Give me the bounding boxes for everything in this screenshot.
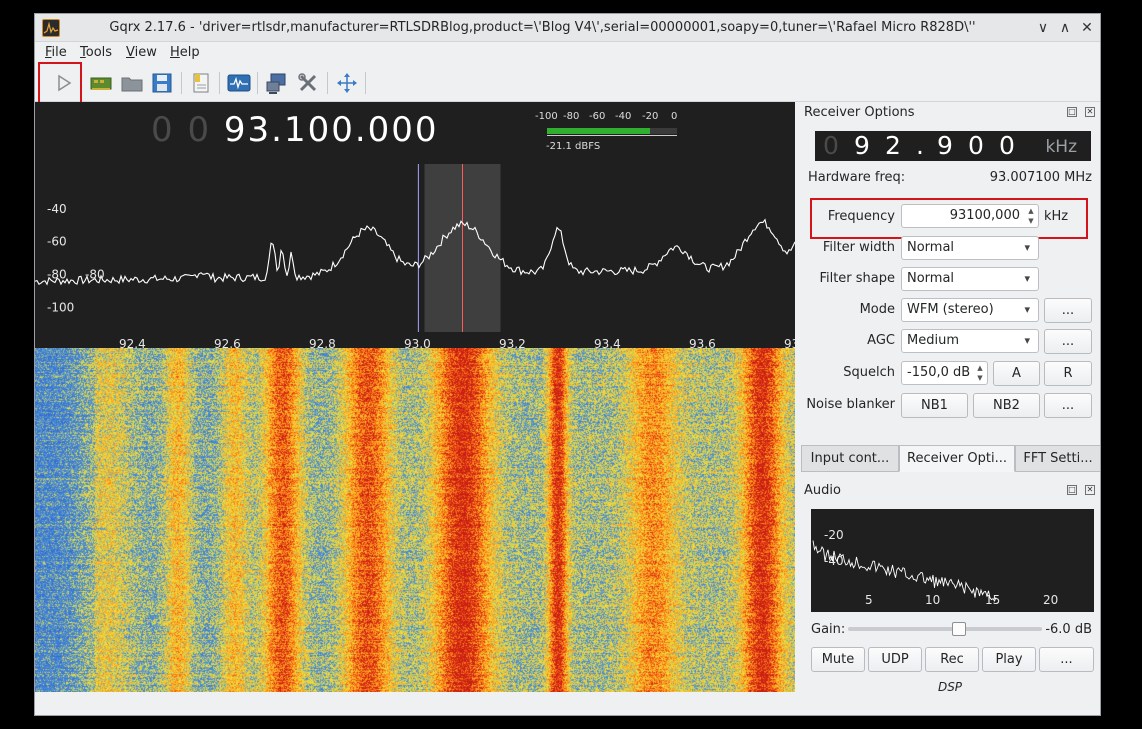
x-tick-label: 93.2 xyxy=(499,337,526,348)
hardware-freq-value: 93.007100 MHz xyxy=(989,170,1092,185)
tab-fft-settings[interactable]: FFT Setti... xyxy=(1015,445,1100,472)
audio-y-tick: -20 xyxy=(824,528,844,542)
filter-shape-label: Filter shape xyxy=(819,271,895,286)
filter-width-select[interactable]: Normal xyxy=(901,236,1039,260)
play-button[interactable]: Play xyxy=(982,647,1036,672)
toolbar-separator xyxy=(181,72,182,94)
tools-icon[interactable] xyxy=(295,70,321,96)
toolbar-separator xyxy=(257,72,258,94)
hardware-card-icon[interactable] xyxy=(88,70,114,96)
menu-help[interactable]: Help xyxy=(170,45,200,60)
nb2-button[interactable]: NB2 xyxy=(973,393,1040,418)
mode-label: Mode xyxy=(859,302,895,317)
noise-blanker-label: Noise blanker xyxy=(806,397,895,412)
x-tick-label: 92.6 xyxy=(214,337,241,348)
hardware-freq-label: Hardware freq: xyxy=(808,170,906,185)
tab-receiver-options[interactable]: Receiver Opti... xyxy=(899,445,1015,472)
nb1-button[interactable]: NB1 xyxy=(901,393,968,418)
x-tick-label: 92.8 xyxy=(309,337,336,348)
audio-spectrum-trace xyxy=(812,540,997,602)
app-icon xyxy=(42,19,60,37)
title-bar: Gqrx 2.17.6 - 'driver=rtlsdr,manufacture… xyxy=(35,14,1100,42)
close-button[interactable]: ✕ xyxy=(1077,18,1097,38)
toolbar-separator xyxy=(365,72,366,94)
rec-button[interactable]: Rec xyxy=(925,647,979,672)
close-icon[interactable]: ✕ xyxy=(1085,107,1095,117)
waterfall[interactable] xyxy=(35,348,795,692)
audio-y-tick: -40 xyxy=(824,554,844,568)
offset-frequency-display[interactable]: 0 9 2 . 9 0 0 kHz xyxy=(815,131,1091,161)
squelch-spin-arrows[interactable]: ▲ ▼ xyxy=(975,363,985,383)
audio-float-icon[interactable]: □ xyxy=(1067,485,1077,495)
tab-input-controls[interactable]: Input cont... xyxy=(801,445,899,472)
gain-slider[interactable] xyxy=(848,622,1042,636)
float-icon[interactable]: □ xyxy=(1067,107,1077,117)
x-tick-label: 93.6 xyxy=(689,337,716,348)
spectrum-trace xyxy=(35,218,795,286)
agc-select[interactable]: Medium xyxy=(901,329,1039,353)
audio-close-icon[interactable]: ✕ xyxy=(1085,485,1095,495)
squelch-auto-button[interactable]: A xyxy=(993,361,1040,386)
audio-x-tick: 20 xyxy=(1043,593,1058,607)
save-icon[interactable] xyxy=(149,70,175,96)
right-dock: Receiver Options □ ✕ 0 9 2 . 9 0 0 kHz H… xyxy=(798,102,1100,715)
toolbar-separator xyxy=(327,72,328,94)
audio-x-tick: 10 xyxy=(925,593,940,607)
spectrum-plot[interactable]: 0 0 93.100.000 -100 -80 -60 -40 -20 0 -2… xyxy=(35,102,795,348)
menu-file[interactable]: File xyxy=(45,45,67,60)
udp-button[interactable]: UDP xyxy=(868,647,922,672)
maximize-button[interactable]: ∧ xyxy=(1055,18,1075,38)
y-tick-label: -100 xyxy=(47,300,74,314)
menu-bar: File Tools View Help xyxy=(35,42,1100,64)
minimize-button[interactable]: ∨ xyxy=(1033,18,1053,38)
filter-shape-select[interactable]: Normal xyxy=(901,267,1039,291)
y-tick-label: -40 xyxy=(47,202,67,216)
frequency-input[interactable]: 93100,000 ▲ ▼ xyxy=(901,204,1039,228)
window-title: Gqrx 2.17.6 - 'driver=rtlsdr,manufacture… xyxy=(109,20,976,35)
bookmark-icon[interactable] xyxy=(188,70,214,96)
x-tick-label: 93.0 xyxy=(404,337,431,348)
waveform-icon[interactable] xyxy=(226,70,252,96)
mode-options-button[interactable]: ... xyxy=(1044,298,1092,323)
noise-blanker-options-button[interactable]: ... xyxy=(1044,393,1092,418)
audio-x-tick: 5 xyxy=(865,593,873,607)
x-tick-label: 92.4 xyxy=(119,337,146,348)
gain-label: Gain: xyxy=(811,622,846,637)
main-window: Gqrx 2.17.6 - 'driver=rtlsdr,manufacture… xyxy=(34,13,1101,716)
x-tick-label: 93.8 xyxy=(784,337,795,348)
audio-options-button[interactable]: ... xyxy=(1039,647,1094,672)
agc-label: AGC xyxy=(867,333,895,348)
mode-select[interactable]: WFM (stereo) xyxy=(901,298,1039,322)
spectrum-graph[interactable]: -40 -60 -80 -100 92.4 92.6 92.8 93.0 93.2 93.4 93.… xyxy=(35,102,795,348)
folder-icon[interactable] xyxy=(119,70,145,96)
frequency-spin-arrows[interactable]: ▲ ▼ xyxy=(1026,206,1036,226)
y-tick-label: -60 xyxy=(47,235,67,249)
toolbar-separator xyxy=(219,72,220,94)
gain-value: -6.0 dB xyxy=(1045,622,1092,637)
filter-width-label: Filter width xyxy=(822,240,895,255)
toolbar xyxy=(35,62,1100,106)
receiver-options-title: Receiver Options xyxy=(804,105,915,120)
mute-button[interactable]: Mute xyxy=(811,647,865,672)
fit-view-icon[interactable] xyxy=(334,70,360,96)
y-tick-label: -80 xyxy=(85,268,105,282)
audio-title: Audio xyxy=(804,483,841,498)
frequency-label: Frequency xyxy=(827,209,895,224)
remote-control-icon[interactable] xyxy=(264,70,290,96)
menu-view[interactable]: View xyxy=(126,45,157,60)
squelch-label: Squelch xyxy=(843,365,895,380)
dsp-label: DSP xyxy=(937,680,963,694)
squelch-input[interactable]: -150,0 dB ▲ ▼ xyxy=(901,361,988,385)
menu-tools[interactable]: Tools xyxy=(80,45,112,60)
gain-slider-handle[interactable] xyxy=(951,622,966,636)
agc-options-button[interactable]: ... xyxy=(1044,329,1092,354)
audio-fft-plot[interactable]: -20 -40 5 10 15 20 xyxy=(811,509,1094,612)
x-tick-label: 93.4 xyxy=(594,337,621,348)
play-icon[interactable] xyxy=(50,70,76,96)
squelch-reset-button[interactable]: R xyxy=(1044,361,1092,386)
frequency-unit: kHz xyxy=(1044,209,1069,224)
